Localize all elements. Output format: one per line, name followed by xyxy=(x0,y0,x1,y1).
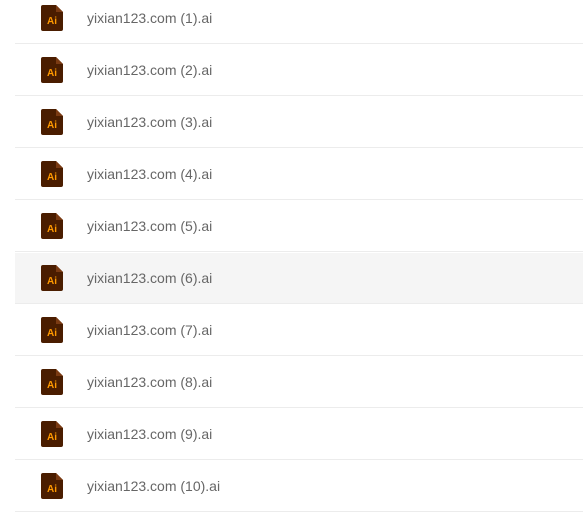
illustrator-file-icon: Ai xyxy=(41,5,63,31)
file-name: yixian123.com (3).ai xyxy=(87,114,213,130)
file-row[interactable]: Ai yixian123.com (10).ai xyxy=(15,461,583,512)
icon-label: Ai xyxy=(47,432,57,443)
file-row[interactable]: Ai yixian123.com (7).ai xyxy=(15,305,583,356)
file-name: yixian123.com (10).ai xyxy=(87,478,221,494)
illustrator-file-icon: Ai xyxy=(41,369,63,395)
icon-label: Ai xyxy=(47,328,57,339)
illustrator-file-icon: Ai xyxy=(41,421,63,447)
icon-label: Ai xyxy=(47,380,57,391)
file-name: yixian123.com (2).ai xyxy=(87,62,213,78)
icon-label: Ai xyxy=(47,120,57,131)
illustrator-file-icon: Ai xyxy=(41,161,63,187)
file-row[interactable]: Ai yixian123.com (2).ai xyxy=(15,45,583,96)
file-name: yixian123.com (7).ai xyxy=(87,322,213,338)
file-name: yixian123.com (5).ai xyxy=(87,218,213,234)
file-row[interactable]: Ai yixian123.com (5).ai xyxy=(15,201,583,252)
illustrator-file-icon: Ai xyxy=(41,109,63,135)
file-row[interactable]: Ai yixian123.com (1).ai xyxy=(15,0,583,44)
file-row[interactable]: Ai yixian123.com (4).ai xyxy=(15,149,583,200)
icon-label: Ai xyxy=(47,16,57,27)
illustrator-file-icon: Ai xyxy=(41,213,63,239)
file-name: yixian123.com (8).ai xyxy=(87,374,213,390)
file-name: yixian123.com (6).ai xyxy=(87,270,213,286)
illustrator-file-icon: Ai xyxy=(41,57,63,83)
icon-label: Ai xyxy=(47,484,57,495)
file-row[interactable]: Ai yixian123.com (3).ai xyxy=(15,97,583,148)
file-name: yixian123.com (1).ai xyxy=(87,10,213,26)
icon-label: Ai xyxy=(47,224,57,235)
illustrator-file-icon: Ai xyxy=(41,473,63,499)
file-list: Ai yixian123.com (1).ai Ai yixian123.com… xyxy=(0,0,583,517)
file-row[interactable]: Ai yixian123.com (8).ai xyxy=(15,357,583,408)
file-name: yixian123.com (9).ai xyxy=(87,426,213,442)
icon-label: Ai xyxy=(47,172,57,183)
illustrator-file-icon: Ai xyxy=(41,317,63,343)
file-row[interactable]: Ai yixian123.com (9).ai xyxy=(15,409,583,460)
file-row-selected[interactable]: Ai yixian123.com (6).ai xyxy=(15,253,583,304)
file-name: yixian123.com (4).ai xyxy=(87,166,213,182)
icon-label: Ai xyxy=(47,68,57,79)
icon-label: Ai xyxy=(47,276,57,287)
illustrator-file-icon: Ai xyxy=(41,265,63,291)
